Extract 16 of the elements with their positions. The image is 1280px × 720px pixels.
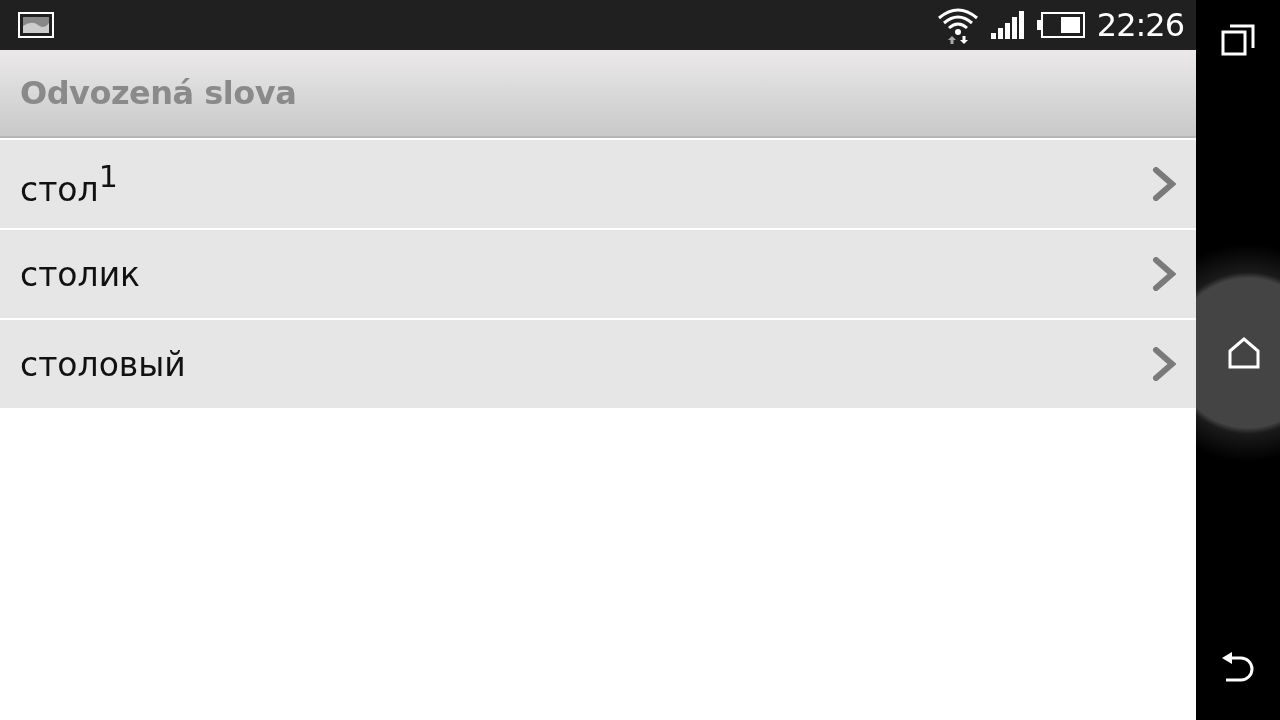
list-item[interactable]: столовый bbox=[0, 318, 1196, 408]
list-item[interactable]: столик bbox=[0, 228, 1196, 318]
recent-apps-icon bbox=[1221, 24, 1255, 56]
screen-title: Odvozená slova bbox=[20, 74, 297, 112]
chevron-icon bbox=[1152, 257, 1176, 291]
clock: 22:26 bbox=[1096, 6, 1184, 44]
signal-icon bbox=[990, 11, 1025, 39]
chevron-icon bbox=[1152, 347, 1176, 381]
wifi-icon bbox=[936, 6, 979, 44]
chevron-icon bbox=[1152, 167, 1176, 201]
back-icon bbox=[1221, 650, 1255, 684]
word-label: столовый bbox=[20, 344, 187, 384]
home-icon bbox=[1228, 337, 1260, 369]
battery-icon bbox=[1036, 12, 1085, 38]
word-label: столик bbox=[20, 254, 142, 294]
image-icon bbox=[18, 12, 54, 38]
